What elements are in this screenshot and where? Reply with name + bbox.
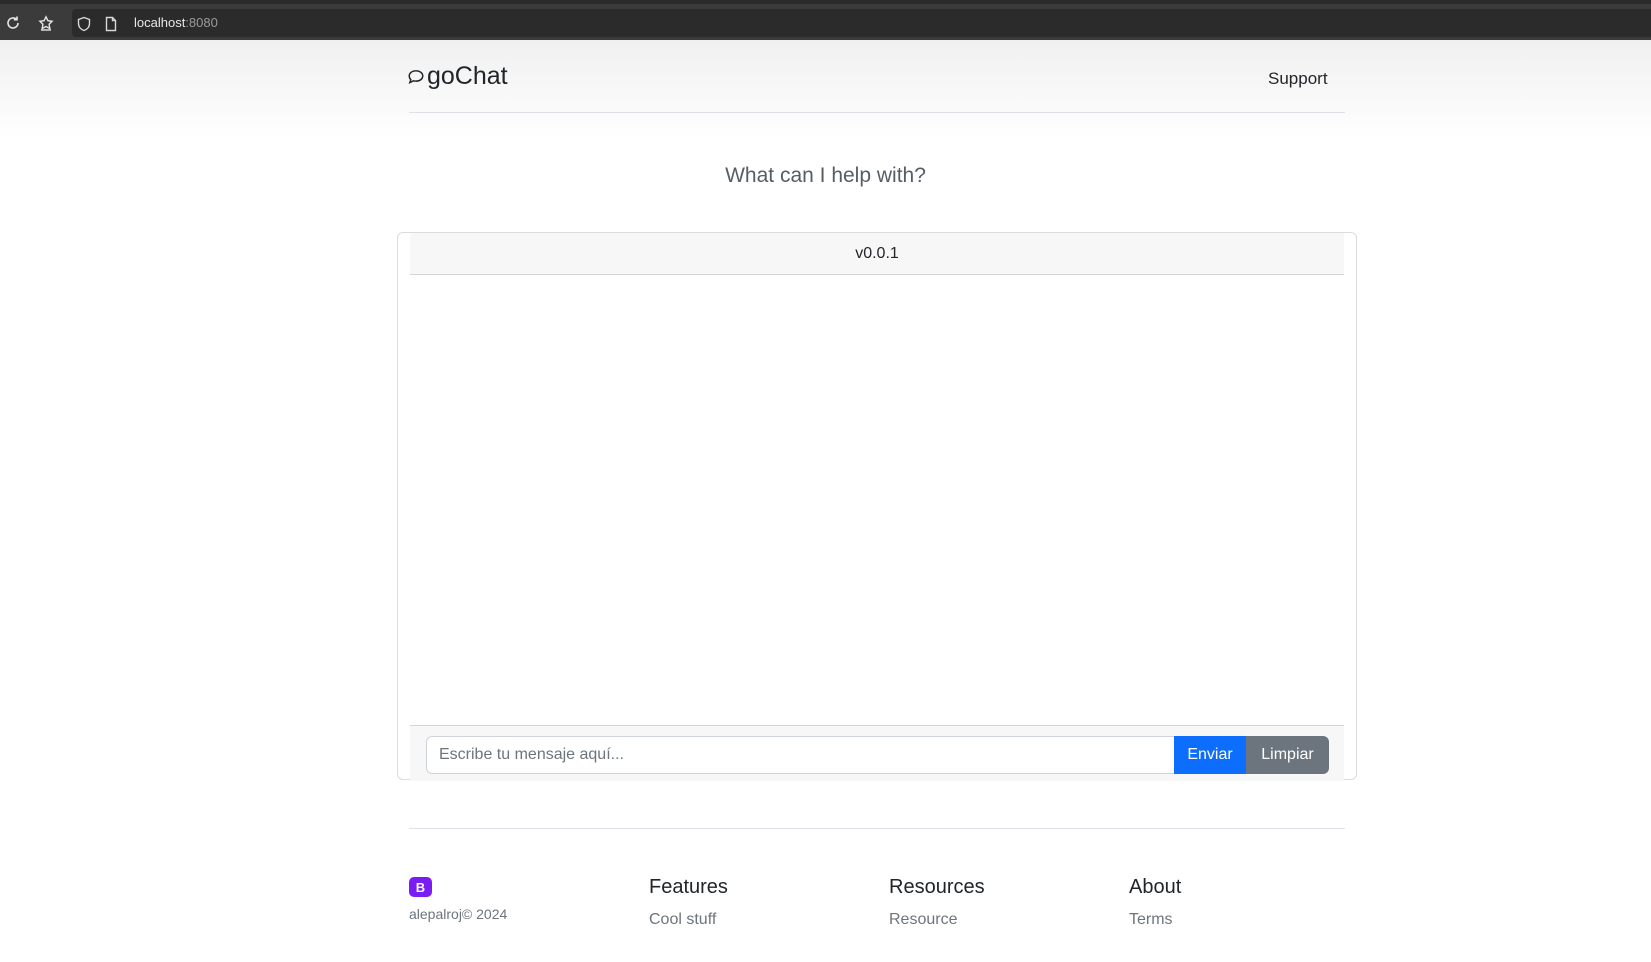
footer-col-features-title: Features [649,876,728,898]
brand-link[interactable]: goChat [407,62,508,91]
message-input[interactable] [426,736,1174,774]
chat-input-bar: Enviar Limpiar [410,725,1344,781]
url-text[interactable]: localhost:8080 [134,15,218,30]
page-header: goChat Support [0,40,1651,140]
nav-support-link[interactable]: Support [1268,69,1328,89]
version-label: v0.0.1 [410,233,1344,275]
url-port: :8080 [185,15,218,30]
browser-toolbar: localhost:8080 [0,0,1651,40]
page-title: What can I help with? [725,164,926,187]
url-host: localhost [134,15,186,30]
chat-bubble-icon [407,68,425,86]
header-divider [409,112,1345,113]
send-button[interactable]: Enviar [1174,736,1246,774]
clear-button[interactable]: Limpiar [1246,736,1329,774]
footer-divider [409,828,1345,829]
footer-col-resources-title: Resources [889,876,985,898]
page-icon[interactable] [103,16,119,32]
footer-col-about-title: About [1129,876,1182,898]
address-bar[interactable]: localhost:8080 [72,9,1651,37]
bookmark-star-icon[interactable] [35,12,57,34]
footer-link-cool-stuff[interactable]: Cool stuff [649,911,716,929]
bootstrap-logo-icon[interactable]: B [409,877,432,897]
reload-icon[interactable] [2,12,24,34]
messages-area[interactable] [410,275,1344,725]
footer-link-resource[interactable]: Resource [889,911,957,929]
brand-name: goChat [427,62,508,90]
shield-icon[interactable] [76,16,92,32]
footer-link-terms[interactable]: Terms [1129,911,1173,929]
copyright-text: alepalroj© 2024 [409,906,508,922]
chat-card: v0.0.1 Enviar Limpiar [397,232,1357,781]
